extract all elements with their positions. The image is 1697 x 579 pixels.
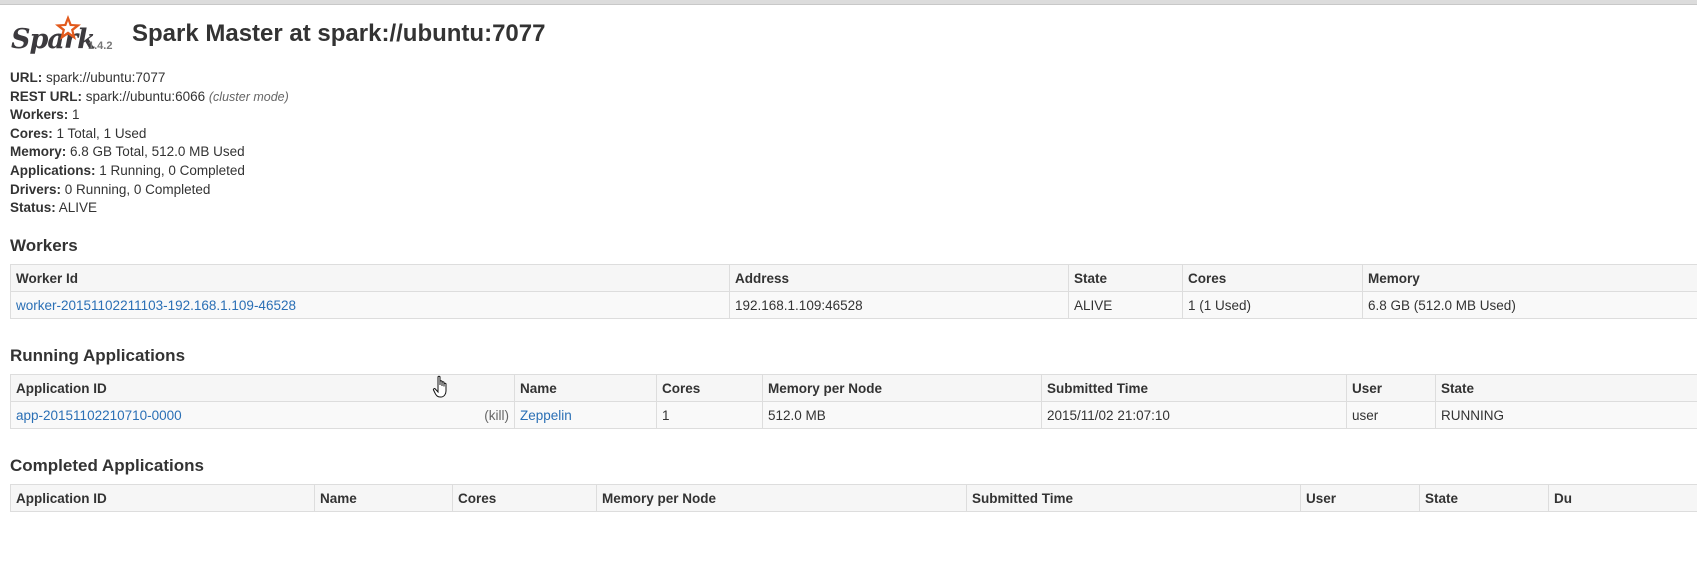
column-header[interactable]: Cores: [1182, 264, 1363, 292]
info-label: Workers:: [10, 107, 69, 123]
column-header[interactable]: Cores: [656, 374, 763, 402]
table-header-row: Application ID Name Cores Memory per Nod…: [10, 374, 1697, 402]
column-header[interactable]: Name: [314, 484, 453, 512]
column-header[interactable]: Memory: [1362, 264, 1697, 292]
spark-star-icon: [55, 15, 81, 40]
column-header[interactable]: Memory per Node: [596, 484, 967, 512]
status-row: Status: ALIVE: [10, 199, 289, 218]
state-cell: RUNNING: [1435, 401, 1697, 429]
column-header[interactable]: Du: [1548, 484, 1697, 512]
info-value: 0 Running, 0 Completed: [64, 181, 211, 197]
table-header-row: Application ID Name Cores Memory per Nod…: [10, 484, 1697, 512]
drivers-row: Drivers: 0 Running, 0 Completed: [10, 181, 289, 200]
completed-applications-heading: Completed Applications: [10, 456, 204, 475]
info-value: 1 Running, 0 Completed: [99, 162, 245, 178]
column-header[interactable]: User: [1300, 484, 1420, 512]
cores-cell: 1 (1 Used): [1182, 291, 1363, 319]
worker-id-link[interactable]: worker-20151102211103-192.168.1.109-4652…: [16, 298, 296, 313]
info-label: Cores:: [10, 125, 53, 141]
spark-logo-text: Spark: [11, 24, 96, 55]
cluster-summary: URL: spark://ubuntu:7077 REST URL: spark…: [10, 69, 289, 218]
info-value: spark://ubuntu:6066: [85, 88, 206, 104]
cores-row: Cores: 1 Total, 1 Used: [10, 125, 289, 144]
memory-per-node-cell: 512.0 MB: [762, 401, 1042, 429]
version-label: 1.4.2: [88, 40, 113, 52]
info-value: spark://ubuntu:7077: [46, 70, 166, 85]
column-header[interactable]: Memory per Node: [762, 374, 1042, 402]
name-cell: Zeppelin: [514, 401, 657, 429]
column-header[interactable]: Name: [514, 374, 657, 402]
memory-row: Memory: 6.8 GB Total, 512.0 MB Used: [10, 143, 289, 162]
column-header[interactable]: State: [1068, 264, 1183, 292]
table-header-row: Worker Id Address State Cores Memory: [10, 264, 1697, 292]
cores-cell: 1: [656, 401, 763, 429]
kill-link[interactable]: (kill): [484, 408, 509, 423]
state-cell: ALIVE: [1068, 291, 1183, 319]
info-value: 1: [72, 107, 80, 123]
cluster-mode-note: (cluster mode): [208, 89, 289, 104]
completed-applications-table: Application ID Name Cores Memory per Nod…: [10, 484, 1697, 512]
application-name-link[interactable]: Zeppelin: [520, 408, 572, 423]
user-cell: user: [1346, 401, 1436, 429]
spark-logo[interactable]: Spark: [10, 14, 96, 58]
info-label: Memory:: [10, 144, 67, 160]
column-header[interactable]: User: [1346, 374, 1436, 402]
workers-row: Workers: 1: [10, 106, 289, 125]
running-applications-table: Application ID Name Cores Memory per Nod…: [10, 374, 1697, 429]
column-header[interactable]: Submitted Time: [1041, 374, 1347, 402]
mouse-pointer-icon: [432, 375, 447, 398]
application-id-link[interactable]: app-20151102210710-0000: [16, 408, 182, 423]
column-header[interactable]: State: [1419, 484, 1549, 512]
memory-cell: 6.8 GB (512.0 MB Used): [1362, 291, 1697, 319]
info-value: 1 Total, 1 Used: [56, 125, 147, 141]
column-header[interactable]: Application ID: [10, 484, 315, 512]
info-label: Status:: [10, 200, 56, 216]
browser-top-edge: [0, 0, 1697, 5]
submitted-time-cell: 2015/11/02 21:07:10: [1041, 401, 1347, 429]
info-value: ALIVE: [58, 200, 98, 216]
workers-heading: Workers: [10, 236, 78, 255]
column-header[interactable]: State: [1435, 374, 1697, 402]
worker-id-cell: worker-20151102211103-192.168.1.109-4652…: [10, 291, 730, 319]
table-row: worker-20151102211103-192.168.1.109-4652…: [10, 291, 1697, 319]
url-row: URL: spark://ubuntu:7077: [10, 69, 289, 88]
column-header[interactable]: Cores: [452, 484, 597, 512]
info-label: Drivers:: [10, 181, 62, 197]
page-title: Spark Master at spark://ubuntu:7077: [132, 20, 546, 47]
column-header[interactable]: Address: [729, 264, 1069, 292]
address-cell: 192.168.1.109:46528: [729, 291, 1069, 319]
info-label: Applications:: [10, 162, 96, 178]
info-value: 6.8 GB Total, 512.0 MB Used: [70, 144, 245, 160]
table-row: app-20151102210710-0000 (kill) Zeppelin …: [10, 401, 1697, 429]
column-header[interactable]: Worker Id: [10, 264, 730, 292]
rest-url-row: REST URL: spark://ubuntu:6066 (cluster m…: [10, 88, 289, 107]
info-label: URL:: [10, 70, 43, 85]
running-applications-heading: Running Applications: [10, 346, 186, 365]
applications-row: Applications: 1 Running, 0 Completed: [10, 162, 289, 181]
workers-table: Worker Id Address State Cores Memory wor…: [10, 264, 1697, 319]
info-label: REST URL:: [10, 88, 82, 104]
application-id-cell: app-20151102210710-0000 (kill): [10, 401, 515, 429]
column-header[interactable]: Submitted Time: [966, 484, 1301, 512]
